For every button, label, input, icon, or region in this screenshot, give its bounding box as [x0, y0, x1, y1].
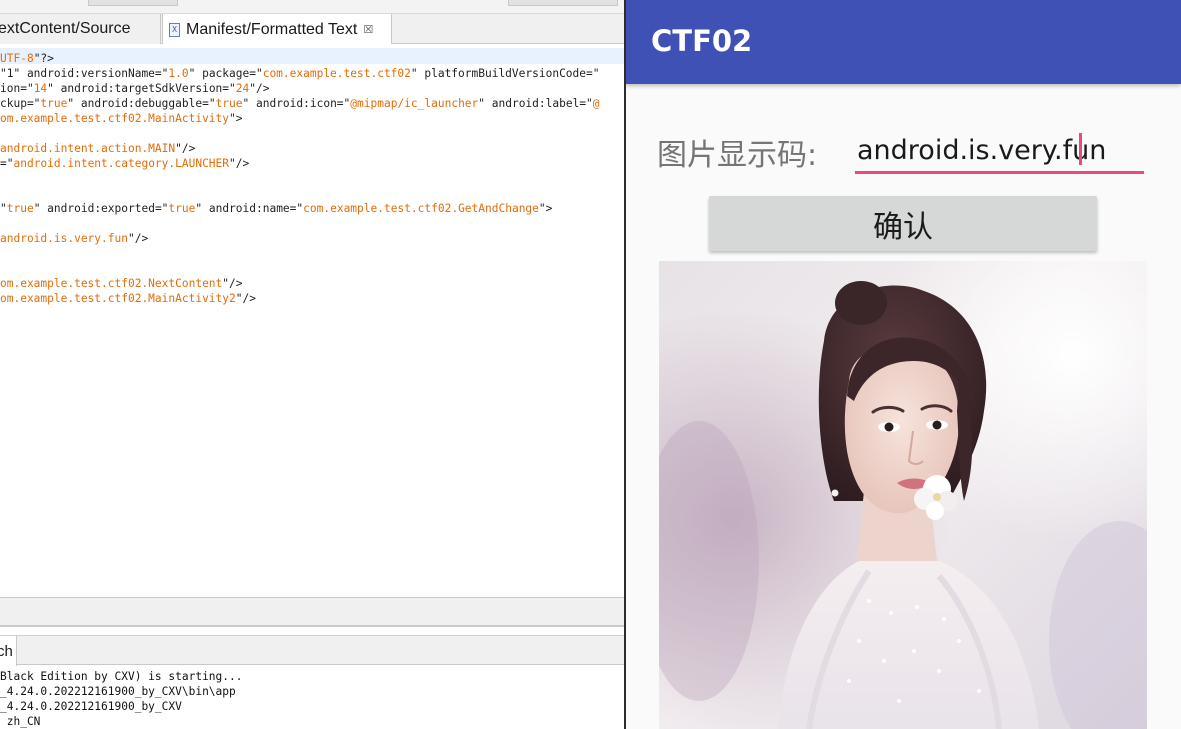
- code-string-token: com.example.test.ctf02: [262, 67, 411, 80]
- xml-file-icon: X: [169, 22, 180, 37]
- code-string-token: @: [592, 97, 600, 110]
- image-code-field[interactable]: [855, 128, 1144, 174]
- code-string-token: @mipmap/ic_launcher: [350, 97, 479, 110]
- code-token: " android:icon=": [242, 97, 351, 110]
- code-string-token: android.is.very.fun: [0, 232, 128, 245]
- code-string-token: UTF-8: [0, 52, 34, 65]
- code-token: ion=": [0, 82, 34, 95]
- tab-label: Manifest/Formatted Text: [186, 20, 358, 38]
- code-string-token: om.example.test.ctf02.NextContent: [0, 277, 223, 290]
- tab-search[interactable]: ch: [0, 636, 17, 666]
- code-line: "true" android:exported="true" android:n…: [0, 201, 552, 216]
- editor-bottom-scrollbar[interactable]: [0, 597, 626, 627]
- code-string-token: true: [40, 97, 68, 110]
- code-line: ="android.intent.category.LAUNCHER"/>: [0, 156, 249, 171]
- code-string-token: 24: [235, 82, 250, 95]
- current-line-highlight: [0, 48, 626, 64]
- portrait-image: [659, 261, 1147, 729]
- code-token: "/>: [127, 232, 149, 245]
- code-line: om.example.test.ctf02.MainActivity">: [0, 111, 243, 126]
- code-token: "/>: [222, 277, 243, 290]
- ide-editor-pane: extContent/Source X Manifest/Formatted T…: [0, 0, 626, 729]
- code-string-token: com.example.test.ctf02.GetAndChange: [303, 202, 539, 215]
- code-token: ": [0, 202, 7, 215]
- code-line: android.intent.action.MAIN"/>: [0, 141, 195, 156]
- console-line: _4.24.0.202212161900_by_CXV: [0, 700, 182, 713]
- code-token: "/>: [175, 142, 196, 155]
- close-icon[interactable]: ☒: [363, 23, 373, 36]
- code-token: " android:label=": [478, 97, 593, 110]
- app-bar: CTF02: [626, 0, 1181, 84]
- code-token: "/>: [235, 292, 256, 305]
- code-string-token: om.example.test.ctf02.MainActivity: [0, 112, 230, 125]
- code-line: ckup="true" android:debuggable="true" an…: [0, 96, 600, 111]
- code-string-token: 14: [33, 82, 48, 95]
- code-token: " android:name=": [195, 202, 304, 215]
- toolbar-field-fragment: [88, 0, 178, 6]
- code-token: ckup=": [0, 97, 41, 110]
- confirm-button[interactable]: 确认: [709, 196, 1097, 251]
- code-editor[interactable]: UTF-8"?> "1" android:versionName="1.0" p…: [0, 44, 626, 597]
- code-token: "1" android:versionName=": [0, 67, 169, 80]
- console-tab-bar: ch: [0, 635, 626, 666]
- code-token: =": [0, 157, 14, 170]
- code-token: "/>: [249, 82, 270, 95]
- ide-toolbar-strip: [0, 0, 626, 14]
- image-code-label: 图片显示码:: [657, 138, 818, 173]
- text-cursor: [1079, 133, 1082, 165]
- code-token: " android:targetSdkVersion=": [47, 82, 236, 95]
- code-string-token: true: [215, 97, 243, 110]
- code-token: " package=": [188, 67, 263, 80]
- code-string-token: android.intent.action.MAIN: [0, 142, 176, 155]
- tab-label: extContent/Source: [0, 20, 131, 37]
- portrait-photo: [659, 261, 1147, 729]
- console-output[interactable]: Black Edition by CXV) is starting... _4.…: [0, 666, 626, 729]
- app-title: CTF02: [651, 24, 753, 58]
- code-string-token: true: [6, 202, 34, 215]
- code-token: "/>: [229, 157, 250, 170]
- console-line: _4.24.0.202212161900_by_CXV\bin\app: [0, 685, 236, 698]
- code-string-token: android.intent.category.LAUNCHER: [13, 157, 230, 170]
- code-line: "1" android:versionName="1.0" package="c…: [0, 66, 599, 81]
- code-line: UTF-8"?>: [0, 51, 54, 66]
- editor-tab-bar: extContent/Source X Manifest/Formatted T…: [0, 14, 626, 45]
- code-line: android.is.very.fun"/>: [0, 231, 148, 246]
- image-code-input[interactable]: [855, 128, 1144, 172]
- code-token: " android:exported=": [33, 202, 169, 215]
- code-line: om.example.test.ctf02.MainActivity2"/>: [0, 291, 256, 306]
- code-token: ">: [538, 202, 553, 215]
- input-underline: [855, 171, 1144, 174]
- code-string-token: om.example.test.ctf02.MainActivity2: [0, 292, 236, 305]
- code-line: om.example.test.ctf02.NextContent"/>: [0, 276, 243, 291]
- android-app-screen: CTF02 图片显示码: 确认: [626, 0, 1181, 729]
- tab-label: ch: [0, 642, 13, 660]
- code-string-token: 1.0: [168, 67, 189, 80]
- code-string-token: true: [168, 202, 196, 215]
- code-token: "?>: [33, 52, 54, 65]
- code-line: ion="14" android:targetSdkVersion="24"/>: [0, 81, 269, 96]
- console-line: Black Edition by CXV) is starting...: [0, 670, 243, 683]
- code-token: " platformBuildVersionCode=": [410, 67, 600, 80]
- code-token: ">: [229, 112, 243, 125]
- tab-nextcontent-source[interactable]: extContent/Source: [0, 14, 161, 44]
- console-line: zh_CN: [0, 715, 41, 728]
- tab-manifest-formatted-text[interactable]: X Manifest/Formatted Text ☒: [162, 14, 392, 45]
- toolbar-button-fragment: [508, 0, 618, 6]
- code-token: " android:debuggable=": [67, 97, 216, 110]
